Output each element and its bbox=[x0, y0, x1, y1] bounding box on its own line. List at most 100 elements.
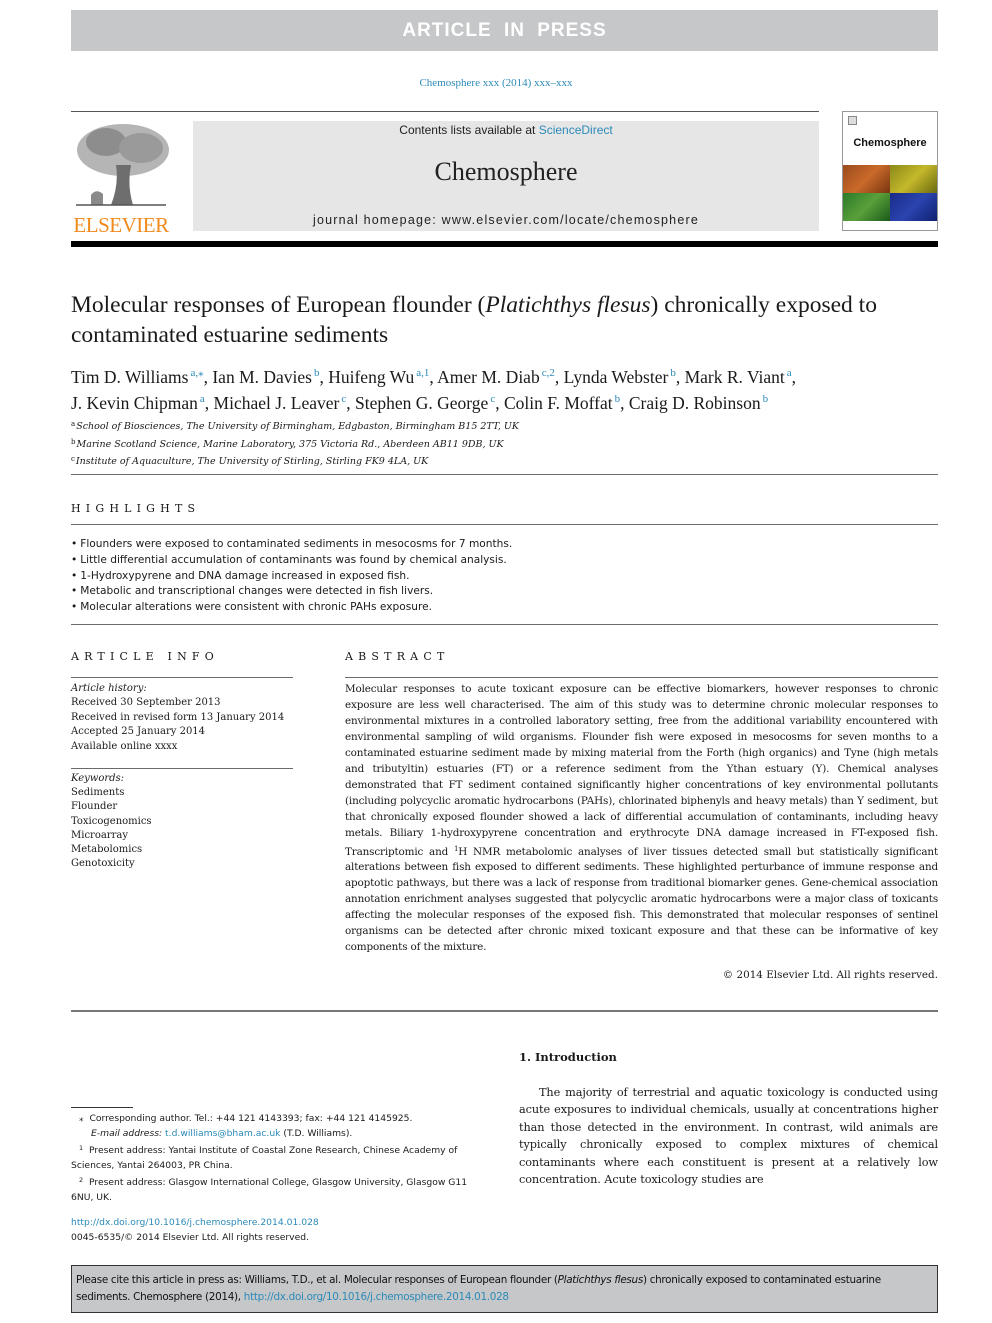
cite-prefix: Please cite this article in press as: Wi… bbox=[76, 1274, 558, 1286]
keyword-item[interactable]: Microarray bbox=[71, 829, 301, 843]
affiliations: aSchool of Biosciences, The University o… bbox=[71, 417, 671, 470]
cite-doi-link[interactable]: http://dx.doi.org/10.1016/j.chemosphere.… bbox=[244, 1291, 509, 1303]
affiliation: aSchool of Biosciences, The University o… bbox=[71, 417, 671, 435]
footnote-text: Present address: Yantai Institute of Coa… bbox=[71, 1145, 458, 1171]
author: Mark R. Viant a, bbox=[685, 367, 796, 387]
sciencedirect-link[interactable]: ScienceDirect bbox=[539, 123, 613, 137]
abstract-end-rule bbox=[71, 1010, 938, 1012]
article-info-rule bbox=[71, 677, 293, 678]
homepage-line: journal homepage: www.elsevier.com/locat… bbox=[193, 213, 819, 227]
author-name[interactable]: Michael J. Leaver bbox=[214, 393, 340, 413]
history-item: Available online xxxx bbox=[71, 740, 178, 752]
header-top-rule bbox=[71, 111, 819, 112]
publisher-mini-logo-icon bbox=[848, 116, 857, 125]
elsevier-logo[interactable]: ELSEVIER bbox=[71, 120, 171, 236]
author: Tim D. Williams a,⁎, bbox=[71, 367, 212, 387]
introduction-body: The majority of terrestrial and aquatic … bbox=[519, 1086, 938, 1187]
highlight-item: Metabolic and transcriptional changes we… bbox=[71, 584, 771, 600]
cover-tile-blue bbox=[890, 193, 937, 221]
cover-tile-green bbox=[843, 193, 890, 221]
author-name[interactable]: Lynda Webster bbox=[564, 367, 669, 387]
affiliation-key: c bbox=[71, 455, 75, 463]
homepage-prefix: journal homepage: bbox=[313, 213, 442, 227]
email-link[interactable]: t.d.williams@bham.ac.uk bbox=[165, 1128, 280, 1139]
cover-image bbox=[843, 165, 937, 221]
footnote-mark: 2 bbox=[79, 1176, 84, 1185]
contents-line: Contents lists available at ScienceDirec… bbox=[193, 123, 819, 137]
history-item: Received in revised form 13 January 2014 bbox=[71, 711, 285, 723]
doi-block: http://dx.doi.org/10.1016/j.chemosphere.… bbox=[71, 1216, 491, 1245]
author-name[interactable]: Tim D. Williams bbox=[71, 367, 188, 387]
keyword-items: Sediments Flounder Toxicogenomics Microarra… bbox=[71, 786, 301, 871]
cover-tile-yellow bbox=[890, 165, 937, 193]
author: Lynda Webster b, bbox=[564, 367, 685, 387]
author-affiliation-mark[interactable]: c,2 bbox=[542, 367, 555, 379]
author: Michael J. Leaver c, bbox=[214, 393, 355, 413]
keywords-label: Keywords: bbox=[71, 773, 125, 784]
corresponding-text: Corresponding author. Tel.: +44 121 4143… bbox=[89, 1113, 413, 1124]
footnote-note: 1 Present address: Yantai Institute of C… bbox=[71, 1141, 491, 1173]
affiliation: bMarine Scotland Science, Marine Laborat… bbox=[71, 435, 671, 453]
author-name[interactable]: Stephen G. George bbox=[355, 393, 488, 413]
highlight-item: Molecular alterations were consistent wi… bbox=[71, 600, 771, 616]
author-name[interactable]: Ian M. Davies bbox=[212, 367, 312, 387]
author-name[interactable]: Amer M. Diab bbox=[437, 367, 540, 387]
elsevier-tree-icon bbox=[71, 120, 171, 210]
footnote-text: Present address: Glasgow International C… bbox=[71, 1177, 468, 1203]
article-info-heading: ARTICLE INFO bbox=[71, 650, 219, 663]
article-history: Article history: Received 30 September 2… bbox=[71, 682, 301, 754]
keyword-item[interactable]: Sediments bbox=[71, 786, 301, 800]
journal-title: Chemosphere bbox=[434, 157, 578, 186]
history-item: Received 30 September 2013 bbox=[71, 697, 221, 709]
footnote-mark: 1 bbox=[79, 1144, 84, 1153]
title-part1: Molecular responses of European flounder… bbox=[71, 292, 486, 318]
keyword-item[interactable]: Metabolomics bbox=[71, 843, 301, 857]
highlight-item: Flounders were exposed to contaminated s… bbox=[71, 537, 771, 553]
title-species: Platichthys flesus bbox=[485, 292, 651, 318]
author-name[interactable]: Craig D. Robinson bbox=[629, 393, 761, 413]
author-separator: , bbox=[319, 367, 329, 387]
journal-reference[interactable]: Chemosphere xxx (2014) xxx–xxx bbox=[0, 77, 992, 89]
footnotes: ⁎ Corresponding author. Tel.: +44 121 41… bbox=[71, 1112, 491, 1206]
keyword-item[interactable]: Genotoxicity bbox=[71, 857, 301, 871]
footnote-corresponding: ⁎ Corresponding author. Tel.: +44 121 41… bbox=[71, 1112, 491, 1127]
affiliation-key: b bbox=[71, 437, 76, 446]
cover-title: Chemosphere bbox=[853, 137, 927, 149]
highlights-rule-bottom bbox=[71, 624, 938, 625]
highlight-item: 1-Hydroxypyrene and DNA damage increased… bbox=[71, 569, 771, 585]
abstract-text-1: Molecular responses to acute toxicant ex… bbox=[345, 683, 938, 858]
author-name[interactable]: Colin F. Moffat bbox=[504, 393, 613, 413]
author-affiliation-mark[interactable]: a,1 bbox=[416, 367, 429, 379]
highlights-rule-top bbox=[71, 524, 938, 525]
abstract-body: Molecular responses to acute toxicant ex… bbox=[345, 682, 938, 956]
author: Ian M. Davies b, bbox=[212, 367, 328, 387]
author-name[interactable]: Mark R. Viant bbox=[685, 367, 785, 387]
author-affiliation-mark[interactable]: b bbox=[763, 393, 769, 405]
abstract-copyright: © 2014 Elsevier Ltd. All rights reserved… bbox=[722, 969, 938, 981]
author-name[interactable]: J. Kevin Chipman bbox=[71, 393, 198, 413]
homepage-url[interactable]: www.elsevier.com/locate/chemosphere bbox=[442, 213, 699, 227]
email-label: E-mail address: bbox=[91, 1127, 163, 1139]
keyword-item[interactable]: Toxicogenomics bbox=[71, 815, 301, 829]
history-label: Article history: bbox=[71, 683, 147, 694]
highlight-item: Little differential accumulation of cont… bbox=[71, 553, 771, 569]
doi-link[interactable]: http://dx.doi.org/10.1016/j.chemosphere.… bbox=[71, 1217, 319, 1228]
header-thick-rule bbox=[71, 241, 938, 247]
author: Craig D. Robinson b bbox=[629, 393, 768, 413]
author: J. Kevin Chipman a, bbox=[71, 393, 214, 413]
keywords-rule bbox=[71, 768, 293, 769]
banner-label: ARTICLE IN PRESS bbox=[402, 19, 607, 41]
history-item: Accepted 25 January 2014 bbox=[71, 726, 206, 738]
keywords: Keywords: Sediments Flounder Toxicogenomic… bbox=[71, 772, 301, 871]
article-title: Molecular responses of European flounder… bbox=[71, 290, 891, 350]
citation-box: Please cite this article in press as: Wi… bbox=[71, 1265, 938, 1313]
author-affiliation-mark[interactable]: a,⁎ bbox=[190, 367, 203, 379]
keyword-item[interactable]: Flounder bbox=[71, 800, 301, 814]
author-name[interactable]: Huifeng Wu bbox=[328, 367, 414, 387]
author: Amer M. Diab c,2, bbox=[437, 367, 563, 387]
journal-cover-thumbnail[interactable]: Chemosphere bbox=[842, 111, 938, 231]
author-separator: , bbox=[495, 393, 504, 413]
corresponding-mark: ⁎ bbox=[79, 1113, 84, 1124]
highlights-list: Flounders were exposed to contaminated s… bbox=[71, 537, 771, 616]
affiliation: cInstitute of Aquaculture, The Universit… bbox=[71, 452, 671, 470]
